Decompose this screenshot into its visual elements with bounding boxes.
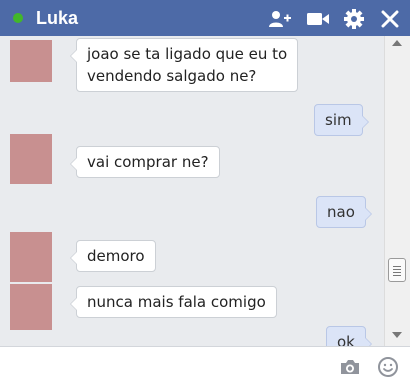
message-text: ok <box>337 333 355 346</box>
message-received: vai comprar ne? <box>70 146 220 178</box>
avatar[interactable] <box>10 134 52 184</box>
emoji-icon[interactable] <box>376 356 400 378</box>
message-text: demoro <box>87 247 145 265</box>
message-text: vai comprar ne? <box>87 153 209 171</box>
video-call-icon[interactable] <box>306 8 330 30</box>
message-text: sim <box>325 111 352 129</box>
message-text-line: joao se ta ligado que eu to <box>87 45 288 63</box>
contact-name[interactable]: Luka <box>36 8 78 29</box>
avatar[interactable] <box>10 284 52 330</box>
message-text-line: vendendo salgado ne? <box>87 67 257 85</box>
message-text: nao <box>327 203 355 221</box>
scrollbar[interactable] <box>384 36 410 346</box>
message-text: nunca mais fala comigo <box>87 293 266 311</box>
message-received: nunca mais fala comigo <box>70 286 277 318</box>
add-people-icon[interactable] <box>268 8 292 30</box>
message-sent: nao <box>316 196 372 228</box>
message-list[interactable]: joao se ta ligado que eu to vendendo sal… <box>0 36 384 346</box>
scroll-down-arrow-icon[interactable] <box>392 332 402 338</box>
message-input[interactable] <box>0 346 410 384</box>
gear-icon[interactable] <box>342 8 366 30</box>
avatar[interactable] <box>10 232 52 282</box>
online-status-dot <box>13 13 23 23</box>
close-icon[interactable] <box>378 8 402 30</box>
scroll-up-arrow-icon[interactable] <box>392 40 402 46</box>
avatar[interactable] <box>10 40 52 82</box>
chat-header: Luka <box>0 0 410 36</box>
message-received: joao se ta ligado que eu to vendendo sal… <box>69 38 299 92</box>
message-sent: sim <box>314 104 369 136</box>
message-sent: ok <box>326 326 372 346</box>
scrollbar-thumb[interactable] <box>388 258 406 282</box>
camera-icon[interactable] <box>338 356 362 378</box>
message-received: demoro <box>70 240 156 272</box>
